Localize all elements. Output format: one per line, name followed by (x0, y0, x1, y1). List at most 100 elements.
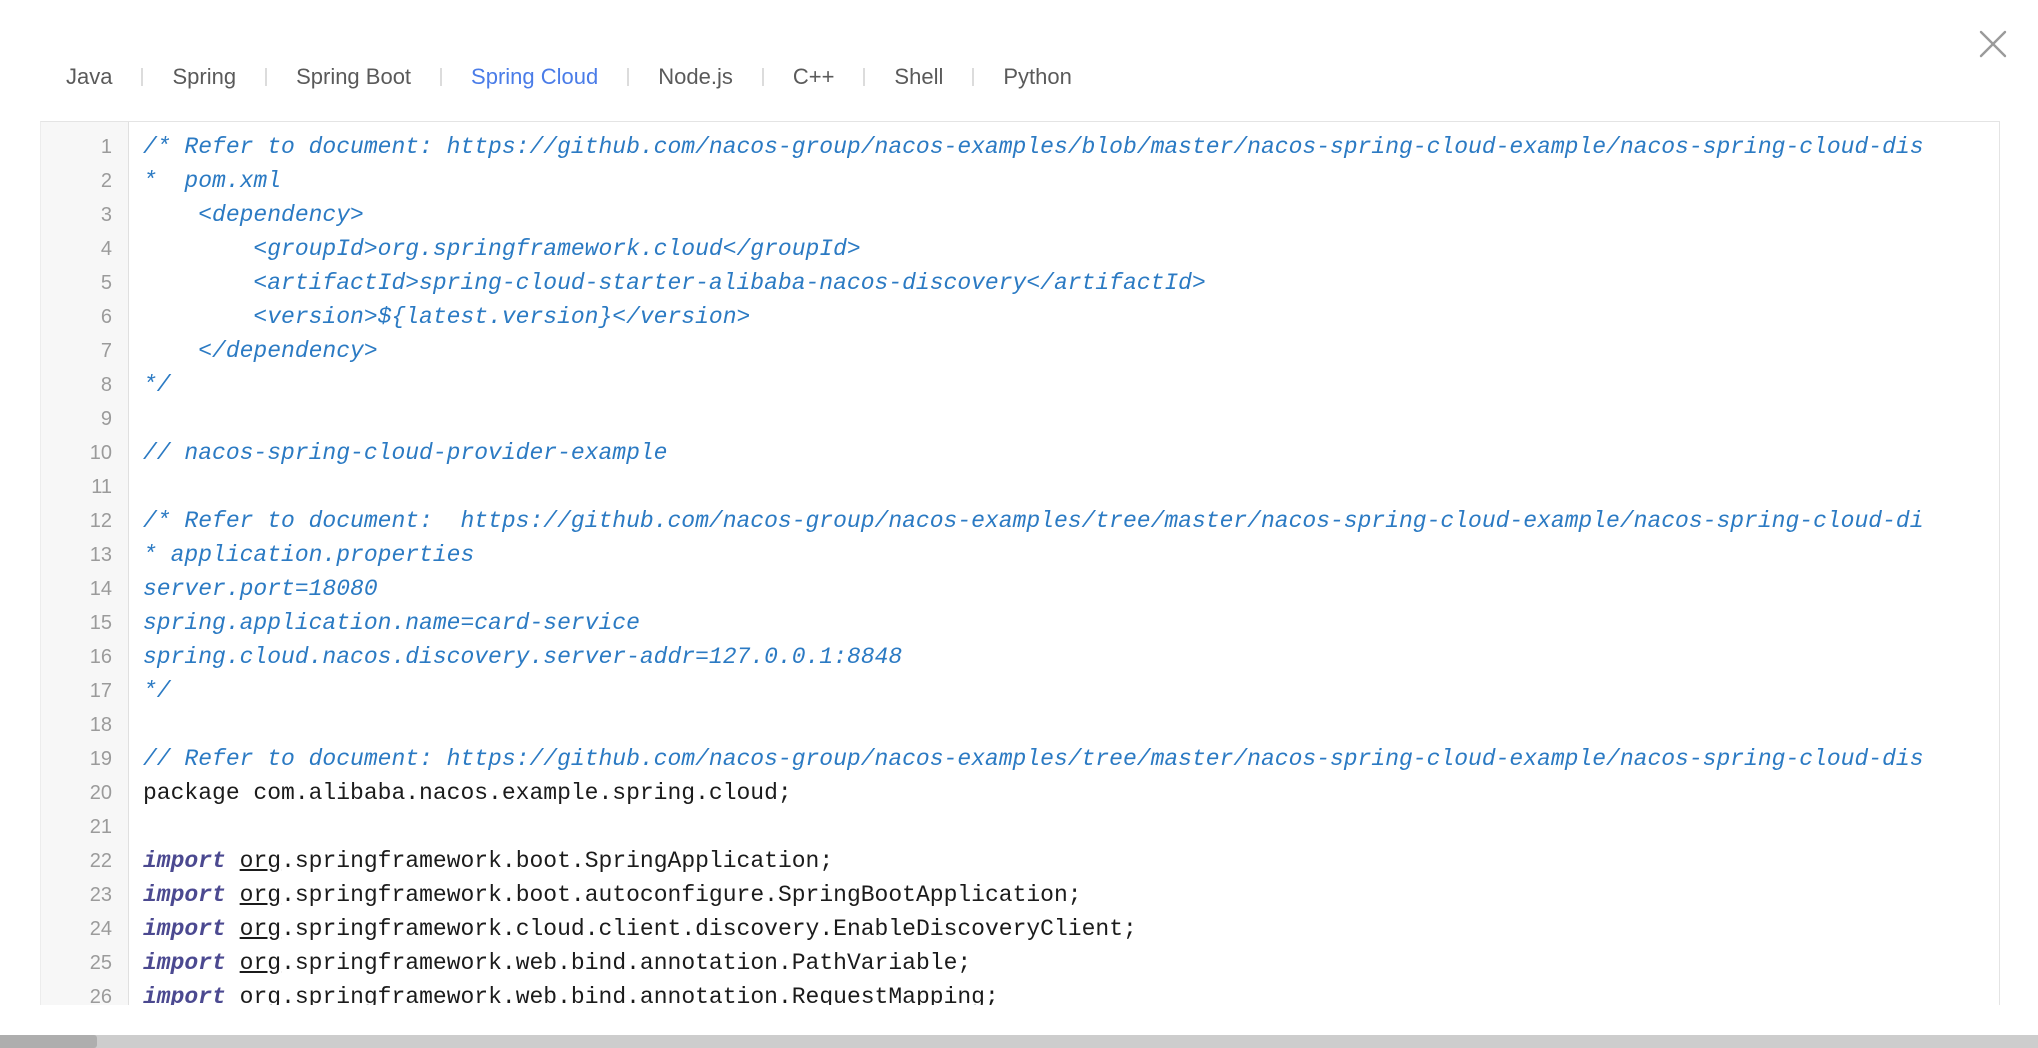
code-segment-comment: // nacos-spring-cloud-provider-example (143, 440, 668, 466)
code-segment-plain: package com.alibaba.nacos.example.spring… (143, 780, 792, 806)
code-line: 7 </dependency> (41, 334, 1999, 368)
tab-separator (265, 68, 267, 86)
code-segment-underline: org (240, 848, 281, 874)
line-number: 7 (41, 334, 129, 368)
code-line: 9 (41, 402, 1999, 436)
code-segment-comment: <artifactId>spring-cloud-starter-alibaba… (143, 270, 1206, 296)
line-number: 11 (41, 470, 129, 504)
language-tabs: Java Spring Spring Boot Spring Cloud Node.js… (66, 57, 1072, 97)
code-line: 23 import org.springframework.boot.autoco… (41, 878, 1999, 912)
tab-shell[interactable]: Shell (894, 64, 943, 90)
line-number: 15 (41, 606, 129, 640)
line-number: 20 (41, 776, 129, 810)
code-text: <version>${latest.version}</version> (129, 300, 1999, 334)
code-text: <groupId>org.springframework.cloud</grou… (129, 232, 1999, 266)
tab-separator (141, 68, 143, 86)
line-number: 8 (41, 368, 129, 402)
line-number: 17 (41, 674, 129, 708)
line-number: 19 (41, 742, 129, 776)
code-line: 4 <groupId>org.springframework.cloud</gr… (41, 232, 1999, 266)
line-number-gutter (41, 122, 129, 130)
code-line: 10 // nacos-spring-cloud-provider-example (41, 436, 1999, 470)
code-line: 17 */ (41, 674, 1999, 708)
tab-node-js[interactable]: Node.js (658, 64, 733, 90)
code-text: */ (129, 368, 1999, 402)
code-segment-keyword: import (143, 916, 226, 942)
code-line: 15spring.application.name=card-service (41, 606, 1999, 640)
line-number: 5 (41, 266, 129, 300)
tab-spring-boot[interactable]: Spring Boot (296, 64, 411, 90)
code-segment-comment: * application.properties (143, 542, 474, 568)
code-text: * pom.xml (129, 164, 1999, 198)
code-text: // nacos-spring-cloud-provider-example (129, 436, 1999, 470)
code-line: 3 <dependency> (41, 198, 1999, 232)
tab-c-[interactable]: C++ (793, 64, 835, 90)
code-line: 22import org.springframework.boot.Spring… (41, 844, 1999, 878)
code-line: 5 <artifactId>spring-cloud-starter-aliba… (41, 266, 1999, 300)
code-text (129, 470, 1999, 504)
code-text: package com.alibaba.nacos.example.spring… (129, 776, 1999, 810)
line-number: 9 (41, 402, 129, 436)
line-number: 6 (41, 300, 129, 334)
code-text (129, 810, 1999, 844)
code-text (129, 708, 1999, 742)
horizontal-scrollbar-track[interactable] (0, 1035, 2038, 1048)
code-line: 8 */ (41, 368, 1999, 402)
line-number: 3 (41, 198, 129, 232)
code-panel: 1/* Refer to document: https://github.co… (40, 121, 2000, 1005)
code-text: */ (129, 674, 1999, 708)
code-segment-plain (226, 950, 240, 976)
tab-python[interactable]: Python (1003, 64, 1072, 90)
horizontal-scrollbar-thumb[interactable] (0, 1035, 97, 1048)
code-segment-keyword: import (143, 984, 226, 1005)
code-segment-comment: * pom.xml (143, 168, 281, 194)
code-text: spring.application.name=card-service (129, 606, 1999, 640)
line-number: 16 (41, 640, 129, 674)
code-text: /* Refer to document: https://github.com… (129, 130, 1999, 164)
code-segment-plain (226, 916, 240, 942)
line-number: 24 (41, 912, 129, 946)
code-line: 13 * application.properties (41, 538, 1999, 572)
line-number: 23 (41, 878, 129, 912)
line-number: 14 (41, 572, 129, 606)
code-text: import org.springframework.cloud.client.… (129, 912, 1999, 946)
tab-separator (440, 68, 442, 86)
line-number: 21 (41, 810, 129, 844)
code-line: 19 // Refer to document: https://github.c… (41, 742, 1999, 776)
line-number: 12 (41, 504, 129, 538)
code-text: * application.properties (129, 538, 1999, 572)
code-segment-keyword: import (143, 848, 226, 874)
code-segment-comment: */ (143, 678, 171, 704)
code-segment-plain (226, 984, 240, 1005)
code-lines: 1/* Refer to document: https://github.co… (41, 122, 1999, 1005)
code-segment-plain: .springframework.web.bind.annotation.Pat… (281, 950, 971, 976)
code-text: <dependency> (129, 198, 1999, 232)
code-line: 6 <version>${latest.version}</version> (41, 300, 1999, 334)
code-line: 21 (41, 810, 1999, 844)
code-segment-keyword: import (143, 882, 226, 908)
code-segment-comment: <dependency> (143, 202, 364, 228)
code-segment-comment: server.port=18080 (143, 576, 378, 602)
code-line: 26import org.springframework.web.bind.an… (41, 980, 1999, 1005)
tab-separator (863, 68, 865, 86)
code-text: <artifactId>spring-cloud-starter-alibaba… (129, 266, 1999, 300)
line-number: 13 (41, 538, 129, 572)
code-segment-comment: // Refer to document: https://github.com… (143, 746, 1924, 772)
code-segment-plain: .springframework.boot.autoconfigure.Spri… (281, 882, 1082, 908)
close-button[interactable] (1978, 29, 2008, 59)
code-segment-plain (226, 848, 240, 874)
tab-spring-cloud[interactable]: Spring Cloud (471, 64, 598, 90)
code-line: 24import org.springframework.cloud.clien… (41, 912, 1999, 946)
line-number: 26 (41, 980, 129, 1005)
code-line: 16spring.cloud.nacos.discovery.server-ad… (41, 640, 1999, 674)
tab-separator (972, 68, 974, 86)
code-text: // Refer to document: https://github.com… (129, 742, 1999, 776)
tab-java[interactable]: Java (66, 64, 112, 90)
code-text: spring.cloud.nacos.discovery.server-addr… (129, 640, 1999, 674)
code-segment-underline: org (240, 882, 281, 908)
close-icon (1978, 29, 2008, 59)
code-segment-comment: */ (143, 372, 171, 398)
line-number: 1 (41, 130, 129, 164)
line-number: 10 (41, 436, 129, 470)
tab-spring[interactable]: Spring (172, 64, 236, 90)
